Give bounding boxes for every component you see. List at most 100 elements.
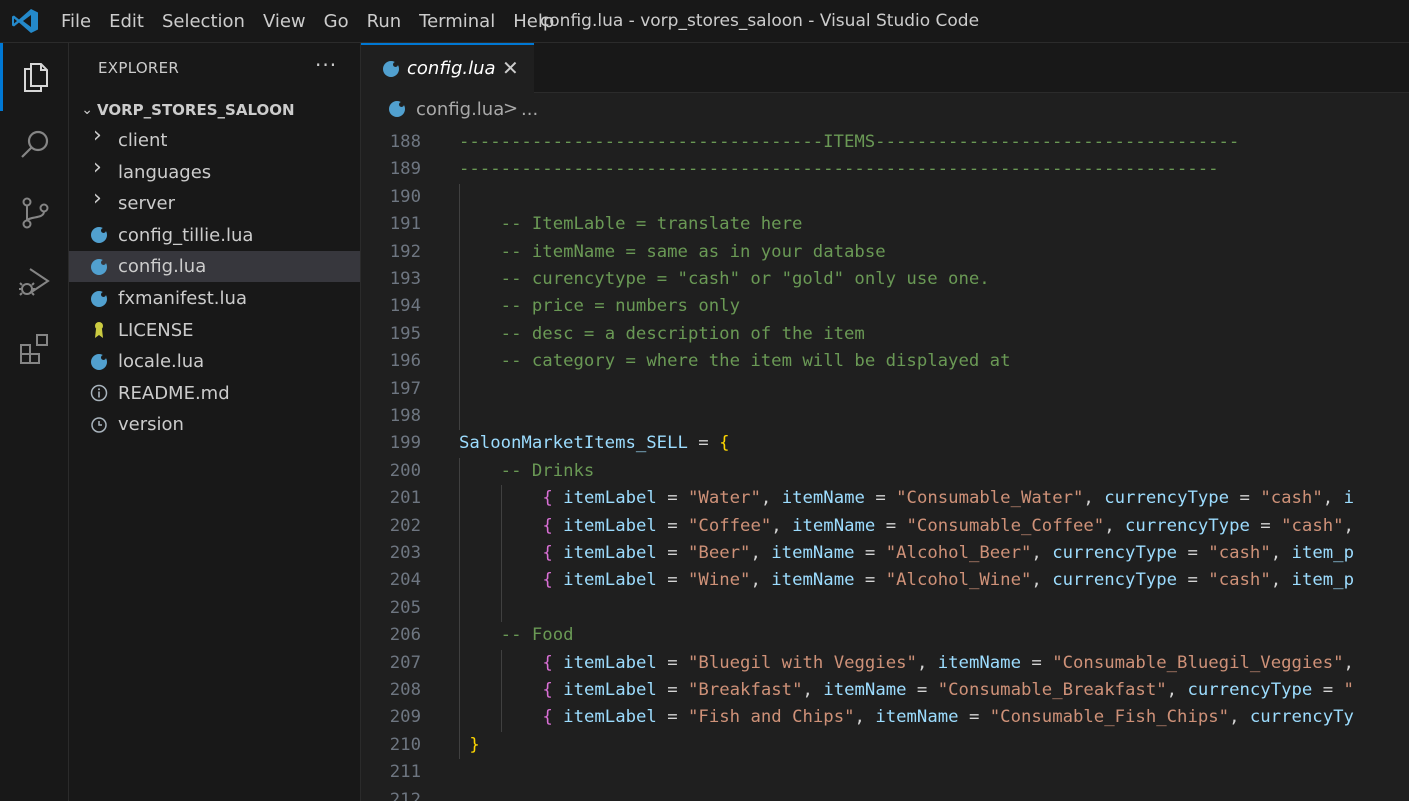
- code-token: i: [1343, 488, 1354, 509]
- tree-item[interactable]: › languages: [69, 155, 360, 188]
- code-token: -- price = numbers only: [500, 296, 740, 317]
- code-token: ,: [1343, 652, 1354, 673]
- line-number: 200: [389, 460, 421, 481]
- code-token: currencyType: [1125, 515, 1250, 536]
- search-icon[interactable]: [0, 111, 69, 179]
- root-folder[interactable]: ⌄ VORP_STORES_SALOON: [69, 95, 360, 125]
- tree-item[interactable]: config.lua: [69, 251, 360, 283]
- tree-item[interactable]: fxmanifest.lua: [69, 283, 360, 314]
- code-token: "Fish and Chips": [688, 707, 855, 728]
- code-line: 212: [361, 787, 1409, 801]
- line-number: 204: [389, 570, 421, 591]
- tree-item[interactable]: LICENSE: [69, 315, 360, 346]
- code-token: "Consumable_Water": [896, 488, 1084, 509]
- code-line: 191 -- ItemLable = translate here: [361, 211, 1409, 238]
- tab-config-lua[interactable]: config.lua ✕: [361, 43, 534, 94]
- line-number: 188: [389, 132, 421, 152]
- code-token: =: [1249, 515, 1282, 536]
- tree-item-label: version: [118, 414, 184, 436]
- close-icon[interactable]: ✕: [502, 56, 519, 80]
- code-line: 211: [361, 759, 1409, 786]
- menu-view[interactable]: View: [254, 0, 315, 43]
- license-icon: [90, 321, 108, 339]
- code-line: 189 -------------------------------------…: [361, 156, 1409, 183]
- breadcrumb: config.lua > ...: [361, 93, 1409, 127]
- code-token: =: [1177, 570, 1209, 591]
- menu-selection[interactable]: Selection: [153, 0, 254, 43]
- code-text: { itemLabel = "Water", itemName = "Consu…: [542, 485, 1354, 512]
- code-token: ,: [1270, 543, 1292, 563]
- run-debug-icon[interactable]: [0, 247, 69, 315]
- code-line: 201 { itemLabel = "Water", itemName = "Co…: [361, 485, 1409, 512]
- menu-file[interactable]: File: [52, 0, 100, 43]
- code-token: =: [656, 515, 689, 536]
- more-actions-icon[interactable]: ···: [315, 53, 337, 77]
- extensions-icon[interactable]: [0, 315, 69, 383]
- menu-go[interactable]: Go: [315, 0, 358, 43]
- tree-item[interactable]: config_tillie.lua: [69, 220, 360, 251]
- code-token: itemLabel: [563, 707, 657, 728]
- code-token: itemLabel: [563, 570, 657, 591]
- tree-item[interactable]: › server: [69, 186, 360, 219]
- tree-item[interactable]: locale.lua: [69, 346, 360, 377]
- breadcrumb-symbols[interactable]: ...: [521, 99, 538, 120]
- code-token: "Coffee": [688, 515, 772, 536]
- code-line: 192 -- itemName = same as in your databse: [361, 239, 1409, 266]
- tree-item[interactable]: README.md: [69, 378, 360, 409]
- code-token: -- curencytype = "cash" or "gold" only u…: [500, 269, 990, 289]
- code-editor[interactable]: 188 -----------------------------------IT…: [361, 127, 1409, 801]
- menu-run[interactable]: Run: [358, 0, 411, 43]
- code-token: currencyType: [1052, 543, 1178, 563]
- code-token: -- itemName = same as in your databse: [500, 241, 886, 262]
- code-line: 199 SaloonMarketItems_SELL = {: [361, 430, 1409, 457]
- tree-item-label: server: [118, 193, 175, 215]
- lua-file-icon: [383, 61, 399, 77]
- code-token: item_p: [1291, 543, 1354, 563]
- code-token: currencyType: [1187, 680, 1313, 700]
- tree-item-label: fxmanifest.lua: [118, 288, 247, 309]
- indent-guide: [500, 485, 502, 623]
- source-control-icon[interactable]: [0, 179, 69, 247]
- code-token: =: [854, 543, 886, 563]
- line-number: 201: [389, 488, 421, 509]
- code-token: "Alcohol_Beer": [885, 543, 1032, 563]
- menu-edit[interactable]: Edit: [100, 0, 153, 43]
- line-number: 189: [389, 159, 421, 180]
- code-token: =: [906, 680, 938, 700]
- vscode-logo-icon[interactable]: [11, 8, 39, 34]
- menu-terminal[interactable]: Terminal: [410, 0, 504, 43]
- code-token: =: [854, 570, 886, 591]
- line-number: 203: [389, 543, 421, 563]
- code-line: 196 -- category = where the item will be …: [361, 348, 1409, 375]
- code-text: SaloonMarketItems_SELL = {: [459, 430, 730, 457]
- tree-item-label: client: [118, 130, 168, 151]
- code-line: 210}: [361, 732, 1409, 759]
- code-token: itemLabel: [563, 488, 657, 509]
- breadcrumb-file[interactable]: config.lua: [416, 99, 504, 120]
- code-line: 202 { itemLabel = "Coffee", itemName = "C…: [361, 513, 1409, 540]
- code-token: ,: [771, 515, 793, 536]
- sidebar-title: EXPLORER: [98, 59, 180, 77]
- line-number: 192: [389, 241, 421, 262]
- indent-guide: [459, 183, 460, 431]
- code-token: =: [656, 488, 689, 509]
- menu-bar: File Edit Selection View Go Run Terminal Help: [52, 0, 563, 43]
- explorer-sidebar: EXPLORER ··· ⌄ VORP_STORES_SALOON › clien…: [69, 43, 361, 801]
- code-token: itemName: [875, 707, 959, 728]
- code-token: ,: [802, 680, 824, 700]
- code-token: ,: [1343, 515, 1354, 536]
- code-token: ,: [1229, 707, 1250, 728]
- code-token: currencyType: [1052, 570, 1178, 591]
- code-line: 204 { itemLabel = "Wine", itemName = "Alc…: [361, 567, 1409, 594]
- tree-item[interactable]: › client: [69, 123, 360, 156]
- explorer-icon[interactable]: [0, 43, 69, 111]
- tree-item[interactable]: version: [69, 409, 360, 440]
- code-token: itemLabel: [563, 652, 657, 673]
- code-text: -----------------------------------ITEMS…: [459, 129, 1239, 156]
- code-token: "Consumable_Breakfast": [937, 680, 1167, 700]
- menu-help[interactable]: Help: [504, 0, 563, 43]
- code-token: ,: [854, 707, 876, 728]
- tree-item-label: LICENSE: [118, 319, 194, 341]
